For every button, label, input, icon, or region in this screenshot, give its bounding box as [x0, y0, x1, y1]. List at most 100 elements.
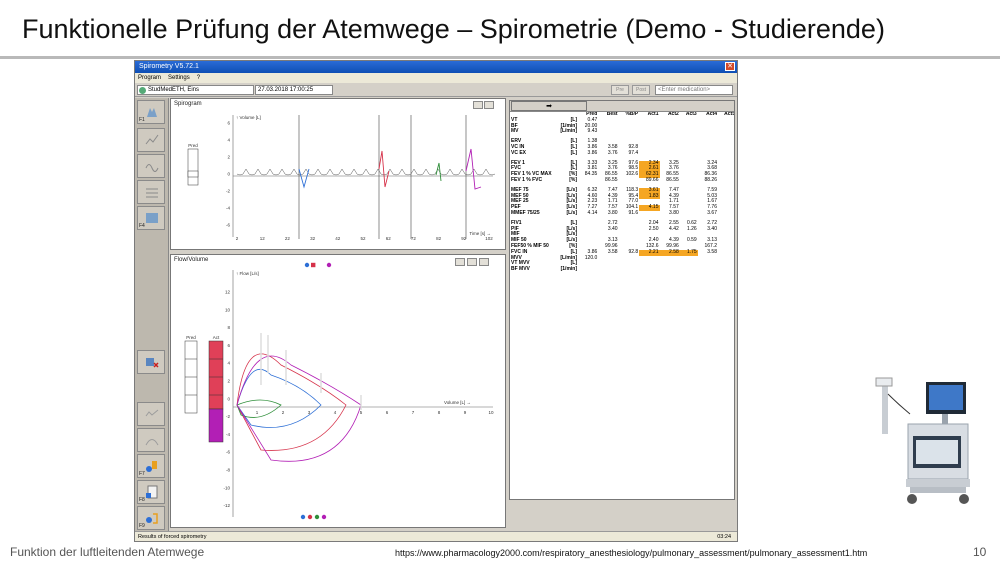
menu-program[interactable]: Program: [138, 73, 161, 83]
y-tick-label: -8: [226, 468, 230, 473]
window-title: Spirometry V5.72.1: [139, 63, 199, 70]
medication-placeholder: <Enter medication>: [658, 87, 711, 93]
table-cell: [660, 267, 680, 273]
x-tick-label: 102: [485, 236, 493, 241]
table-cell: [598, 267, 618, 273]
legend-dot-bottom: [300, 514, 306, 520]
datetime-field: 27.03.2018 17:00:25: [255, 85, 333, 95]
patient-bar: StudMedETH, Eins 27.03.2018 17:00:25 Pre…: [135, 83, 737, 97]
wave-icon: [145, 164, 159, 172]
legend-dot-bottom: [321, 514, 327, 520]
compare-icon: [146, 213, 158, 223]
x-tick-label: 2: [236, 236, 239, 241]
tool-trend-button[interactable]: [137, 128, 165, 152]
tool-delete-button[interactable]: [137, 350, 165, 374]
menu-help[interactable]: ?: [197, 73, 200, 83]
x-tick-label: 1: [256, 410, 259, 415]
table-cell: [578, 267, 598, 273]
x-tick-label: 9: [464, 410, 467, 415]
x-tick-label: 4: [334, 410, 337, 415]
table-cell: [698, 267, 718, 273]
y-axis-label: ↑ Volume [L]: [236, 115, 261, 120]
close-icon[interactable]: ✕: [725, 62, 735, 71]
y-tick-label: 2: [227, 379, 230, 384]
report-icon: [146, 485, 158, 499]
y-axis-label: ↑ Flow [L/s]: [236, 271, 259, 276]
legend-dot-bottom: [307, 514, 313, 520]
lung-icon: [147, 108, 157, 117]
y-tick-label: -6: [226, 223, 230, 228]
x-tick-label: 72: [411, 236, 417, 241]
tool-print-button[interactable]: F9: [137, 506, 165, 530]
spirometry-window: Spirometry V5.72.1 ✕ Program Settings ? …: [134, 60, 738, 542]
y-tick-label: -4: [226, 206, 230, 211]
x-tick-label: 12: [260, 236, 266, 241]
y-tick-label: 0: [227, 396, 230, 401]
footer-caption: Funktion der luftleitenden Atemwege: [10, 545, 205, 559]
x-tick-label: 42: [335, 236, 341, 241]
y-tick-label: -2: [226, 189, 230, 194]
trial3-trace: [435, 162, 442, 182]
spirogram-chart: ↑ Volume [L]Time [s] →6420-2-4-62 12 22 32 4…: [187, 115, 496, 241]
x-axis-label: Volume [L] →: [444, 400, 471, 405]
legend-dot-bottom: [314, 514, 320, 520]
x-tick-label: 7: [412, 410, 415, 415]
chart-icon: [145, 134, 159, 145]
post-button[interactable]: Post: [632, 85, 650, 95]
table-cell: BF MVV: [511, 266, 530, 273]
act-bar-inspiratory: [208, 408, 224, 443]
patient-field[interactable]: StudMedETH, Eins: [137, 85, 254, 95]
tool-flow-button[interactable]: [137, 180, 165, 204]
table-cell: [718, 267, 734, 273]
x-tick-label: 22: [285, 236, 291, 241]
x-tick-label: 8: [438, 410, 441, 415]
print-icon: [146, 513, 158, 524]
pred-band: [187, 170, 199, 178]
pred-label: Pred: [188, 143, 198, 148]
legend-square: [311, 262, 316, 268]
tool-volume-button[interactable]: [137, 154, 165, 178]
patient-name: StudMedETH, Eins: [148, 87, 200, 93]
y-tick-label: -10: [223, 485, 230, 490]
trial2-trace: [378, 150, 390, 188]
x-tick-label: 10: [488, 410, 494, 415]
spirometer-device-image: [875, 377, 970, 504]
y-tick-label: -6: [226, 450, 230, 455]
slide-title: Funktionelle Prüfung der Atemwege – Spir…: [22, 14, 885, 44]
left-toolbar: F1 F4 F7 F8 F9: [135, 98, 169, 538]
status-text: Results of forced spirometry: [138, 534, 207, 540]
tool-compare-button[interactable]: F4: [137, 206, 165, 230]
datetime-value: 27.03.2018 17:00:25: [258, 87, 314, 93]
pre-button[interactable]: Pre: [611, 85, 629, 95]
results-table-panel: ➡ Pred Best %B/P Act1 Act2 Act3 Act4 Act5 VT [L]…: [509, 100, 735, 500]
status-bar: Results of forced spirometry 03:24: [135, 531, 737, 541]
y-tick-label: 2: [227, 155, 230, 160]
tool-report-button[interactable]: F8: [137, 480, 165, 504]
pred-label: Pred: [186, 335, 196, 340]
menu-settings[interactable]: Settings: [168, 73, 190, 83]
trial4-trace: [465, 148, 482, 190]
spirogram-panel: Spirogram ↑ Volume [L] Time [s] → 6 4 2 0 -2 -4…: [170, 98, 506, 250]
table-cell: [1/min]: [560, 266, 577, 273]
x-tick-label: 6: [386, 410, 389, 415]
x-tick-label: 62: [386, 236, 392, 241]
footer-source-link[interactable]: https://www.pharmacology2000.com/respira…: [395, 548, 867, 558]
status-time: 03:24: [717, 534, 731, 540]
medication-select[interactable]: <Enter medication>: [655, 85, 733, 95]
pred-bar: [187, 148, 199, 186]
next-arrow-button[interactable]: ➡: [511, 101, 587, 111]
tool-spirometry-button[interactable]: F1: [137, 100, 165, 124]
legend-dot: [304, 262, 310, 268]
act-label: Act: [213, 335, 220, 340]
x-tick-label: 52: [360, 236, 366, 241]
curve-icon: [145, 439, 159, 446]
tool-disabled-2-button[interactable]: [137, 428, 165, 452]
tool-bronchodilator-button[interactable]: F7: [137, 454, 165, 478]
y-tick-label: -12: [223, 503, 230, 508]
y-tick-label: 10: [225, 307, 231, 312]
y-tick-label: 12: [225, 290, 231, 295]
tool-disabled-1-button[interactable]: [137, 402, 165, 426]
trial1-loop: [236, 369, 322, 428]
page-number: 10: [973, 545, 987, 559]
trial4-loop: [236, 355, 362, 462]
